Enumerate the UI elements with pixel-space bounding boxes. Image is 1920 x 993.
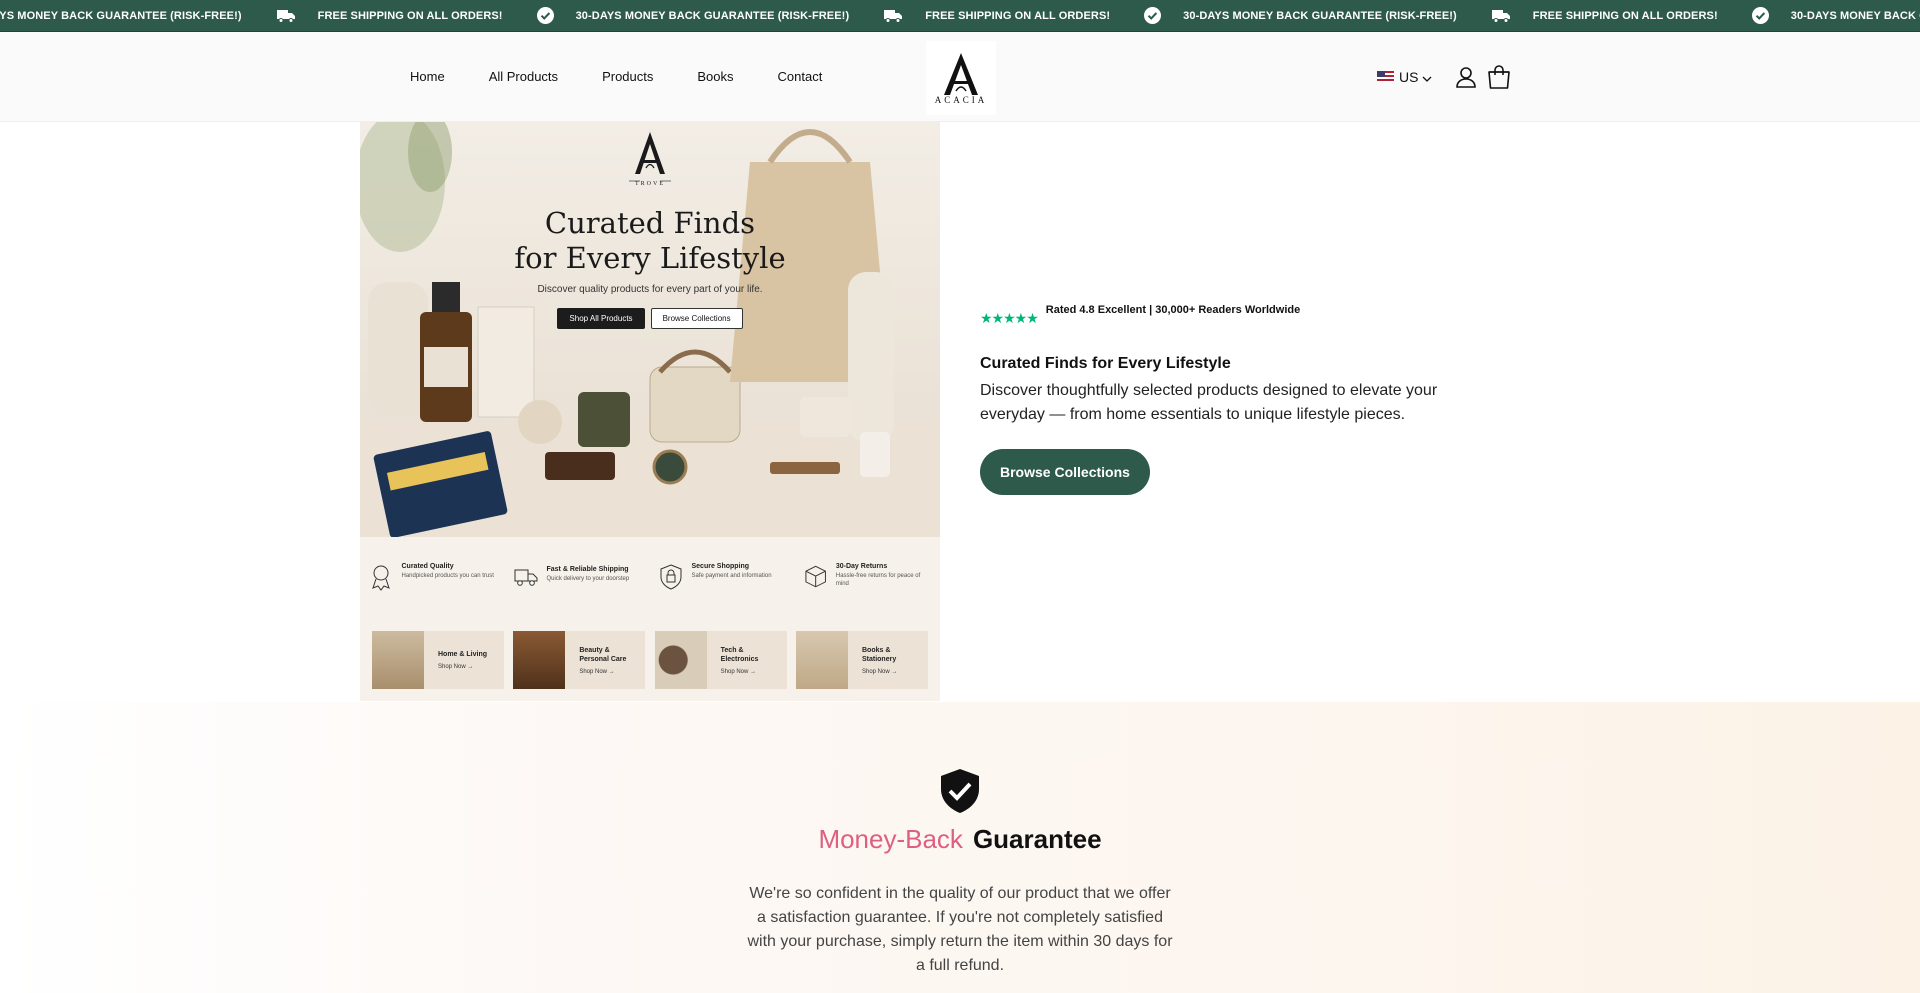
- browse-collections-button[interactable]: Browse Collections: [980, 449, 1150, 495]
- locale-selector[interactable]: US: [1377, 69, 1432, 85]
- us-flag-icon: [1377, 70, 1394, 83]
- banner-title: Curated Finds for Every Lifestyle: [360, 206, 940, 276]
- locale-label: US: [1399, 68, 1419, 85]
- truck-icon: [1491, 9, 1511, 23]
- hero-banner-image[interactable]: TROVE Curated Finds for Every Lifestyle …: [360, 122, 940, 701]
- category-card: Beauty & Personal Care Shop Now →: [513, 631, 646, 689]
- star-rating-icon: ★★★★★: [980, 310, 1039, 326]
- acacia-logo-mark: [944, 53, 978, 95]
- banner-logo: TROVE: [360, 130, 940, 187]
- announcement-text: 30-DAYS MONEY BACK GUARANTEE (RISK-FREE!…: [0, 9, 242, 22]
- trove-logo-icon: [629, 132, 671, 182]
- hero-content: ★★★★★ Rated 4.8 Excellent | 30,000+ Read…: [980, 304, 1440, 495]
- main-nav: Home All Products Products Books Contact: [410, 32, 866, 121]
- banner-title-line2: for Every Lifestyle: [514, 241, 786, 275]
- rating-text: Rated 4.8 Excellent | 30,000+ Readers Wo…: [1045, 304, 1301, 316]
- banner-browse-button: Browse Collections: [650, 308, 743, 329]
- guarantee-paragraph: We're so confident in the quality of our…: [747, 885, 1173, 974]
- announcement-item: 30-DAYS MONEY BACK GUARANTEE (RISK-FREE!…: [1751, 7, 1920, 24]
- award-ribbon-icon: [371, 565, 390, 591]
- banner-title-line1: Curated Finds: [544, 206, 756, 240]
- guarantee-title-bold: Guarantee: [972, 824, 1102, 854]
- logo-brand-text: ACACIA: [934, 95, 988, 105]
- category-card: Home & Living Shop Now →: [372, 631, 504, 689]
- feature-item: Fast & Reliable Shipping Quick delivery t…: [513, 566, 643, 588]
- feature-desc: Hassle-free returns for peace of mind: [835, 573, 921, 587]
- beauty-thumbnail: [513, 631, 566, 689]
- feature-title: Curated Quality: [401, 563, 454, 570]
- feature-desc: Quick delivery to your doorstep: [546, 576, 630, 582]
- shopping-bag-icon[interactable]: [1486, 64, 1512, 90]
- announcement-item: 30-DAYS MONEY BACK GUARANTEE (RISK-FREE!…: [1144, 7, 1457, 24]
- check-circle-icon: [1144, 7, 1162, 24]
- chevron-down-icon: [1422, 69, 1432, 85]
- home-living-thumbnail: [372, 631, 424, 689]
- category-cta: Shop Now →: [579, 668, 615, 675]
- banner-subtitle: Discover quality products for every part…: [537, 284, 763, 295]
- announcement-text: 30-DAYS MONEY BACK GUARANTEE (RISK-FREE!…: [1183, 9, 1457, 22]
- feature-item: 30-Day Returns Hassle-free returns for pe…: [803, 563, 933, 591]
- banner-shop-all-button: Shop All Products: [557, 308, 645, 329]
- announcement-text: FREE SHIPPING ON ALL ORDERS!: [317, 9, 503, 22]
- hero-heading: Curated Finds for Every Lifestyle: [980, 355, 1231, 372]
- user-icon[interactable]: [1454, 65, 1478, 89]
- announcement-item: 30-DAYS MONEY BACK GUARANTEE (RISK-FREE!…: [0, 10, 242, 22]
- check-circle-icon: [1751, 7, 1769, 24]
- announcement-marquee: 30-DAYS MONEY BACK GUARANTEE (RISK-FREE!…: [0, 0, 1920, 31]
- feature-item: Curated Quality Handpicked products you c…: [368, 563, 498, 591]
- category-name: Home & Living: [438, 651, 488, 658]
- site-logo[interactable]: ACACIA: [926, 41, 996, 115]
- feature-desc: Safe payment and information: [691, 573, 772, 579]
- header-actions: US: [1377, 32, 1512, 121]
- banner-logo-text: TROVE: [635, 181, 665, 187]
- guarantee-section: Money-Back Guarantee We're so confident i…: [0, 702, 1920, 993]
- category-card: Tech & Electronics Shop Now →: [654, 631, 787, 689]
- category-name: Books & Stationery: [861, 646, 897, 663]
- hero-paragraph: Discover thoughtfully selected products …: [980, 382, 1438, 423]
- announcement-item: FREE SHIPPING ON ALL ORDERS!: [1491, 9, 1718, 23]
- feature-title: Fast & Reliable Shipping: [546, 566, 629, 573]
- category-name: Tech & Electronics: [720, 646, 759, 663]
- shield-check-icon: [937, 767, 983, 820]
- truck-icon: [883, 9, 903, 23]
- announcement-item: FREE SHIPPING ON ALL ORDERS!: [883, 9, 1110, 23]
- banner-buttons: Shop All Products Browse Collections: [360, 308, 940, 329]
- return-box-icon: [804, 565, 826, 588]
- category-name: Beauty & Personal Care: [579, 646, 627, 663]
- feature-title: 30-Day Returns: [835, 563, 888, 570]
- check-circle-icon: [536, 7, 554, 24]
- feature-desc: Handpicked products you can trust: [401, 573, 494, 579]
- guarantee-title-highlight: Money-Back: [818, 824, 963, 854]
- category-cta: Shop Now →: [720, 668, 757, 675]
- tech-thumbnail: [654, 631, 707, 689]
- announcement-text: FREE SHIPPING ON ALL ORDERS!: [925, 9, 1111, 22]
- announcement-item: FREE SHIPPING ON ALL ORDERS!: [276, 9, 503, 23]
- nav-contact[interactable]: Contact: [778, 69, 823, 84]
- announcement-text: FREE SHIPPING ON ALL ORDERS!: [1532, 9, 1718, 22]
- truck-icon: [514, 569, 537, 586]
- shield-lock-icon: [660, 564, 681, 590]
- feature-title: Secure Shopping: [691, 563, 750, 570]
- nav-home[interactable]: Home: [410, 69, 445, 84]
- announcement-bar: 30-DAYS MONEY BACK GUARANTEE (RISK-FREE!…: [0, 0, 1920, 32]
- truck-icon: [276, 9, 296, 23]
- rating-row: ★★★★★ Rated 4.8 Excellent | 30,000+ Read…: [980, 304, 1440, 327]
- books-thumbnail: [795, 631, 848, 689]
- announcement-text: 30-DAYS MONEY BACK GUARANTEE (RISK-FREE!…: [575, 9, 850, 22]
- feature-item: Secure Shopping Safe payment and informat…: [658, 563, 788, 591]
- announcement-text: 30-DAYS MONEY BACK GUARANTEE (RISK-FREE!…: [1790, 9, 1920, 22]
- guarantee-title: Money-Back Guarantee: [0, 824, 1920, 855]
- site-header: Home All Products Products Books Contact…: [0, 32, 1920, 122]
- category-card: Books & Stationery Shop Now →: [795, 631, 928, 689]
- banner-categories: Home & Living Shop Now → Beauty & Persona…: [372, 631, 928, 689]
- announcement-item: 30-DAYS MONEY BACK GUARANTEE (RISK-FREE!…: [536, 7, 850, 24]
- nav-all-products[interactable]: All Products: [489, 69, 558, 84]
- banner-features: Curated Quality Handpicked products you c…: [360, 547, 940, 607]
- category-cta: Shop Now →: [438, 664, 474, 670]
- category-cta: Shop Now →: [861, 668, 898, 675]
- nav-products[interactable]: Products: [602, 69, 653, 84]
- nav-books[interactable]: Books: [697, 69, 733, 84]
